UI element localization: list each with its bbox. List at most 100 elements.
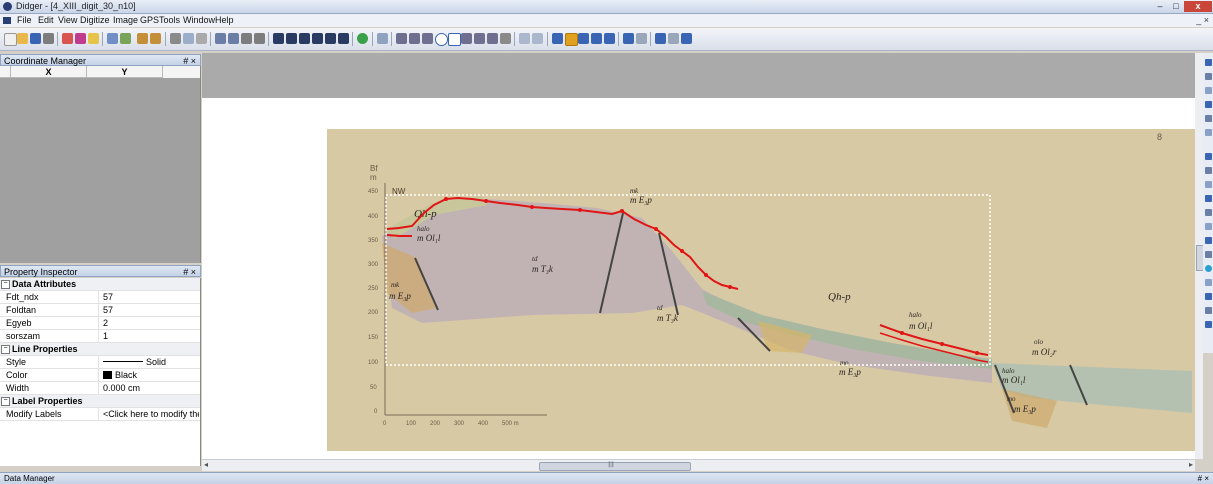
horizontal-scrollbar[interactable]: ◂ ∥∥ ▸ — [202, 459, 1195, 471]
document-icon[interactable] — [3, 17, 11, 24]
close-button[interactable]: x — [1184, 1, 1212, 12]
print-icon[interactable] — [43, 33, 54, 44]
layer-5-icon[interactable] — [325, 33, 336, 44]
freehand-tool-icon[interactable] — [487, 33, 498, 44]
vertex-marker[interactable] — [680, 249, 684, 253]
tool-icon[interactable] — [1205, 101, 1212, 108]
layer-2-icon[interactable] — [286, 33, 297, 44]
vertex-marker[interactable] — [728, 285, 732, 289]
minimize-button[interactable]: – — [1152, 1, 1168, 12]
property-inspector-pin-close[interactable]: # × — [183, 266, 196, 278]
modify-labels-value[interactable]: <Click here to modify the — [103, 409, 199, 419]
redo-icon[interactable] — [150, 33, 161, 44]
arrange-back-icon[interactable] — [228, 33, 239, 44]
point-tool-icon[interactable] — [396, 33, 407, 44]
line-color-value[interactable]: Black — [103, 370, 199, 380]
menu-help[interactable]: Help — [215, 15, 234, 25]
collapse-icon[interactable]: − — [1, 397, 10, 406]
select-icon[interactable] — [196, 33, 207, 44]
group-icon[interactable] — [241, 33, 252, 44]
symbol-tool-icon[interactable] — [519, 33, 530, 44]
rectangle-tool-icon[interactable] — [448, 33, 461, 46]
zoom-full-icon[interactable] — [591, 33, 602, 44]
vertex-marker[interactable] — [620, 209, 624, 213]
copy-icon[interactable] — [120, 33, 131, 44]
menu-view[interactable]: View — [58, 15, 77, 25]
grid-icon[interactable] — [668, 33, 679, 44]
property-row[interactable]: Fdt_ndx 57 — [0, 291, 200, 304]
import-icon[interactable] — [62, 33, 73, 44]
vertex-marker[interactable] — [484, 199, 488, 203]
map-image[interactable]: Bf m 450 400 350 300 250 200 150 100 50 … — [202, 53, 1195, 459]
export-icon[interactable] — [75, 33, 86, 44]
property-inspector-title[interactable]: Property Inspector # × — [0, 265, 201, 277]
layer-4-icon[interactable] — [312, 33, 323, 44]
new-icon[interactable] — [4, 33, 17, 46]
property-value[interactable]: 57 — [103, 292, 199, 302]
data-attributes-section[interactable]: − Data Attributes — [0, 278, 200, 291]
label-properties-section[interactable]: − Label Properties — [0, 395, 200, 408]
coordinate-manager-title[interactable]: Coordinate Manager # × — [0, 54, 201, 66]
tool-icon[interactable] — [1205, 129, 1212, 136]
line-width-row[interactable]: Width 0.000 cm — [0, 382, 200, 395]
vertex-marker[interactable] — [654, 227, 658, 231]
zoom-rectangle-icon[interactable] — [565, 33, 578, 46]
property-value[interactable]: 2 — [103, 318, 199, 328]
property-row[interactable]: Foldtan 57 — [0, 304, 200, 317]
delete-icon[interactable] — [170, 33, 181, 44]
table-icon[interactable] — [681, 33, 692, 44]
vertical-scrollbar[interactable] — [1195, 53, 1204, 459]
collapse-icon[interactable]: − — [1, 345, 10, 354]
spline-tool-icon[interactable] — [461, 33, 472, 44]
tool-icon[interactable] — [1205, 321, 1212, 328]
tool-icon[interactable] — [1205, 59, 1212, 66]
zoom-out-icon[interactable] — [578, 33, 589, 44]
tool-icon[interactable] — [1205, 153, 1212, 160]
menu-image[interactable]: Image — [113, 15, 138, 25]
cut-icon[interactable] — [107, 33, 118, 44]
polygon-tool-icon[interactable] — [422, 33, 433, 44]
open-icon[interactable] — [17, 33, 28, 44]
line-properties-section[interactable]: − Line Properties — [0, 343, 200, 356]
line-style-value[interactable]: Solid — [103, 357, 199, 367]
arrange-front-icon[interactable] — [215, 33, 226, 44]
digitize-mode-icon[interactable] — [377, 33, 388, 44]
layer-3-icon[interactable] — [299, 33, 310, 44]
tool-icon[interactable] — [1205, 209, 1212, 216]
line-color-row[interactable]: Color Black — [0, 369, 200, 382]
tool-icon[interactable] — [1205, 293, 1212, 300]
line-width-value[interactable]: 0.000 cm — [103, 383, 199, 393]
scroll-left-button[interactable]: ◂ — [204, 460, 208, 469]
tool-icon[interactable] — [1205, 265, 1212, 272]
modify-labels-row[interactable]: Modify Labels <Click here to modify the — [0, 408, 200, 421]
pan-icon[interactable] — [636, 33, 647, 44]
tool-icon[interactable] — [1205, 195, 1212, 202]
vertex-marker[interactable] — [975, 351, 979, 355]
zoom-page-icon[interactable] — [623, 33, 634, 44]
tool-icon[interactable] — [1205, 223, 1212, 230]
menu-tools[interactable]: Tools — [159, 15, 180, 25]
line-style-row[interactable]: Style Solid — [0, 356, 200, 369]
data-manager-pin-close[interactable]: # × — [1198, 473, 1209, 484]
layer-6-icon[interactable] — [338, 33, 349, 44]
tool-icon[interactable] — [1205, 307, 1212, 314]
digitized-polyline-short[interactable] — [386, 234, 412, 237]
text-tool-icon[interactable] — [500, 33, 511, 44]
vertex-marker[interactable] — [530, 205, 534, 209]
tool-icon[interactable] — [1205, 73, 1212, 80]
tool-icon[interactable] — [1205, 181, 1212, 188]
refresh-icon[interactable] — [357, 33, 368, 44]
vertex-marker[interactable] — [704, 273, 708, 277]
tool-icon[interactable] — [1205, 167, 1212, 174]
data-manager-bar[interactable]: Data Manager # × — [0, 472, 1213, 484]
menu-digitize[interactable]: Digitize — [80, 15, 110, 25]
undo-icon[interactable] — [137, 33, 148, 44]
tool-icon[interactable] — [1205, 115, 1212, 122]
edit-tool-icon[interactable] — [532, 33, 543, 44]
vertex-marker[interactable] — [900, 331, 904, 335]
menu-file[interactable]: File — [17, 15, 32, 25]
layer-1-icon[interactable] — [273, 33, 284, 44]
property-value[interactable]: 57 — [103, 305, 199, 315]
map-canvas[interactable]: Bf m 450 400 350 300 250 200 150 100 50 … — [202, 53, 1195, 459]
georeference-icon[interactable] — [88, 33, 99, 44]
